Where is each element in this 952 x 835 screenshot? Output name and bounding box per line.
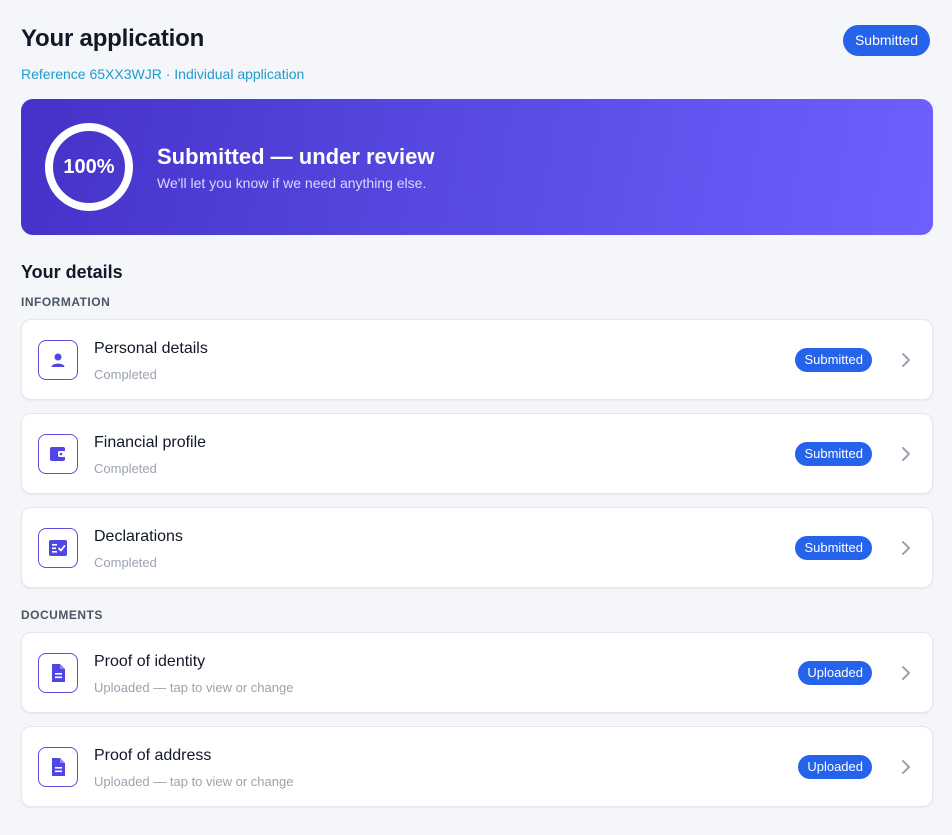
page-title: Your application [21, 25, 205, 52]
progress-percentage: 100% [63, 155, 115, 178]
application-page: Your application Reference 65XX3WJR · In… [0, 0, 952, 835]
list-item-title: Proof of address [94, 747, 212, 764]
chevron-right-icon [898, 664, 914, 682]
checklist-icon [38, 528, 78, 568]
person-icon [38, 340, 78, 380]
list-item-title: Personal details [94, 340, 208, 357]
list-item-title: Financial profile [94, 434, 207, 451]
wallet-icon [38, 434, 78, 474]
document-icon [38, 747, 78, 787]
list-item-title: Proof of identity [94, 653, 206, 670]
status-banner: 100% Submitted — under review We'll let … [21, 99, 933, 235]
list-item-subtitle: Completed [94, 367, 157, 382]
status-badge: Uploaded [798, 661, 872, 685]
status-badge: Uploaded [798, 755, 872, 779]
chevron-right-icon [898, 539, 914, 557]
list-item-subtitle: Uploaded — tap to view or change [94, 680, 294, 695]
list-item-proof-of-address[interactable]: Proof of address Uploaded — tap to view … [21, 726, 933, 807]
list-item-subtitle: Completed [94, 555, 157, 570]
group-label-information: INFORMATION [21, 295, 111, 309]
group-label-documents: DOCUMENTS [21, 608, 103, 622]
status-badge: Submitted [795, 442, 872, 466]
list-item-subtitle: Completed [94, 461, 157, 476]
list-item-financial-profile[interactable]: Financial profile Completed Submitted [21, 413, 933, 494]
application-reference: Reference 65XX3WJR · Individual applicat… [21, 66, 305, 82]
chevron-right-icon [898, 758, 914, 776]
status-badge: Submitted [795, 348, 872, 372]
list-item-declarations[interactable]: Declarations Completed Submitted [21, 507, 933, 588]
progress-ring: 100% [45, 123, 133, 211]
chevron-right-icon [898, 445, 914, 463]
list-item-proof-of-identity[interactable]: Proof of identity Uploaded — tap to view… [21, 632, 933, 713]
list-item-title: Declarations [94, 528, 183, 545]
status-banner-title: Submitted — under review [157, 144, 435, 169]
application-status-badge[interactable]: Submitted [842, 25, 930, 56]
chevron-right-icon [898, 351, 914, 369]
section-title-your-details: Your details [21, 262, 123, 282]
document-icon [38, 653, 78, 693]
status-badge: Submitted [795, 536, 872, 560]
status-banner-subtitle: We'll let you know if we need anything e… [157, 175, 427, 191]
page-header: Your application Reference 65XX3WJR · In… [21, 0, 933, 99]
list-item-subtitle: Uploaded — tap to view or change [94, 774, 294, 789]
list-item-personal-details[interactable]: Personal details Completed Submitted [21, 319, 933, 400]
